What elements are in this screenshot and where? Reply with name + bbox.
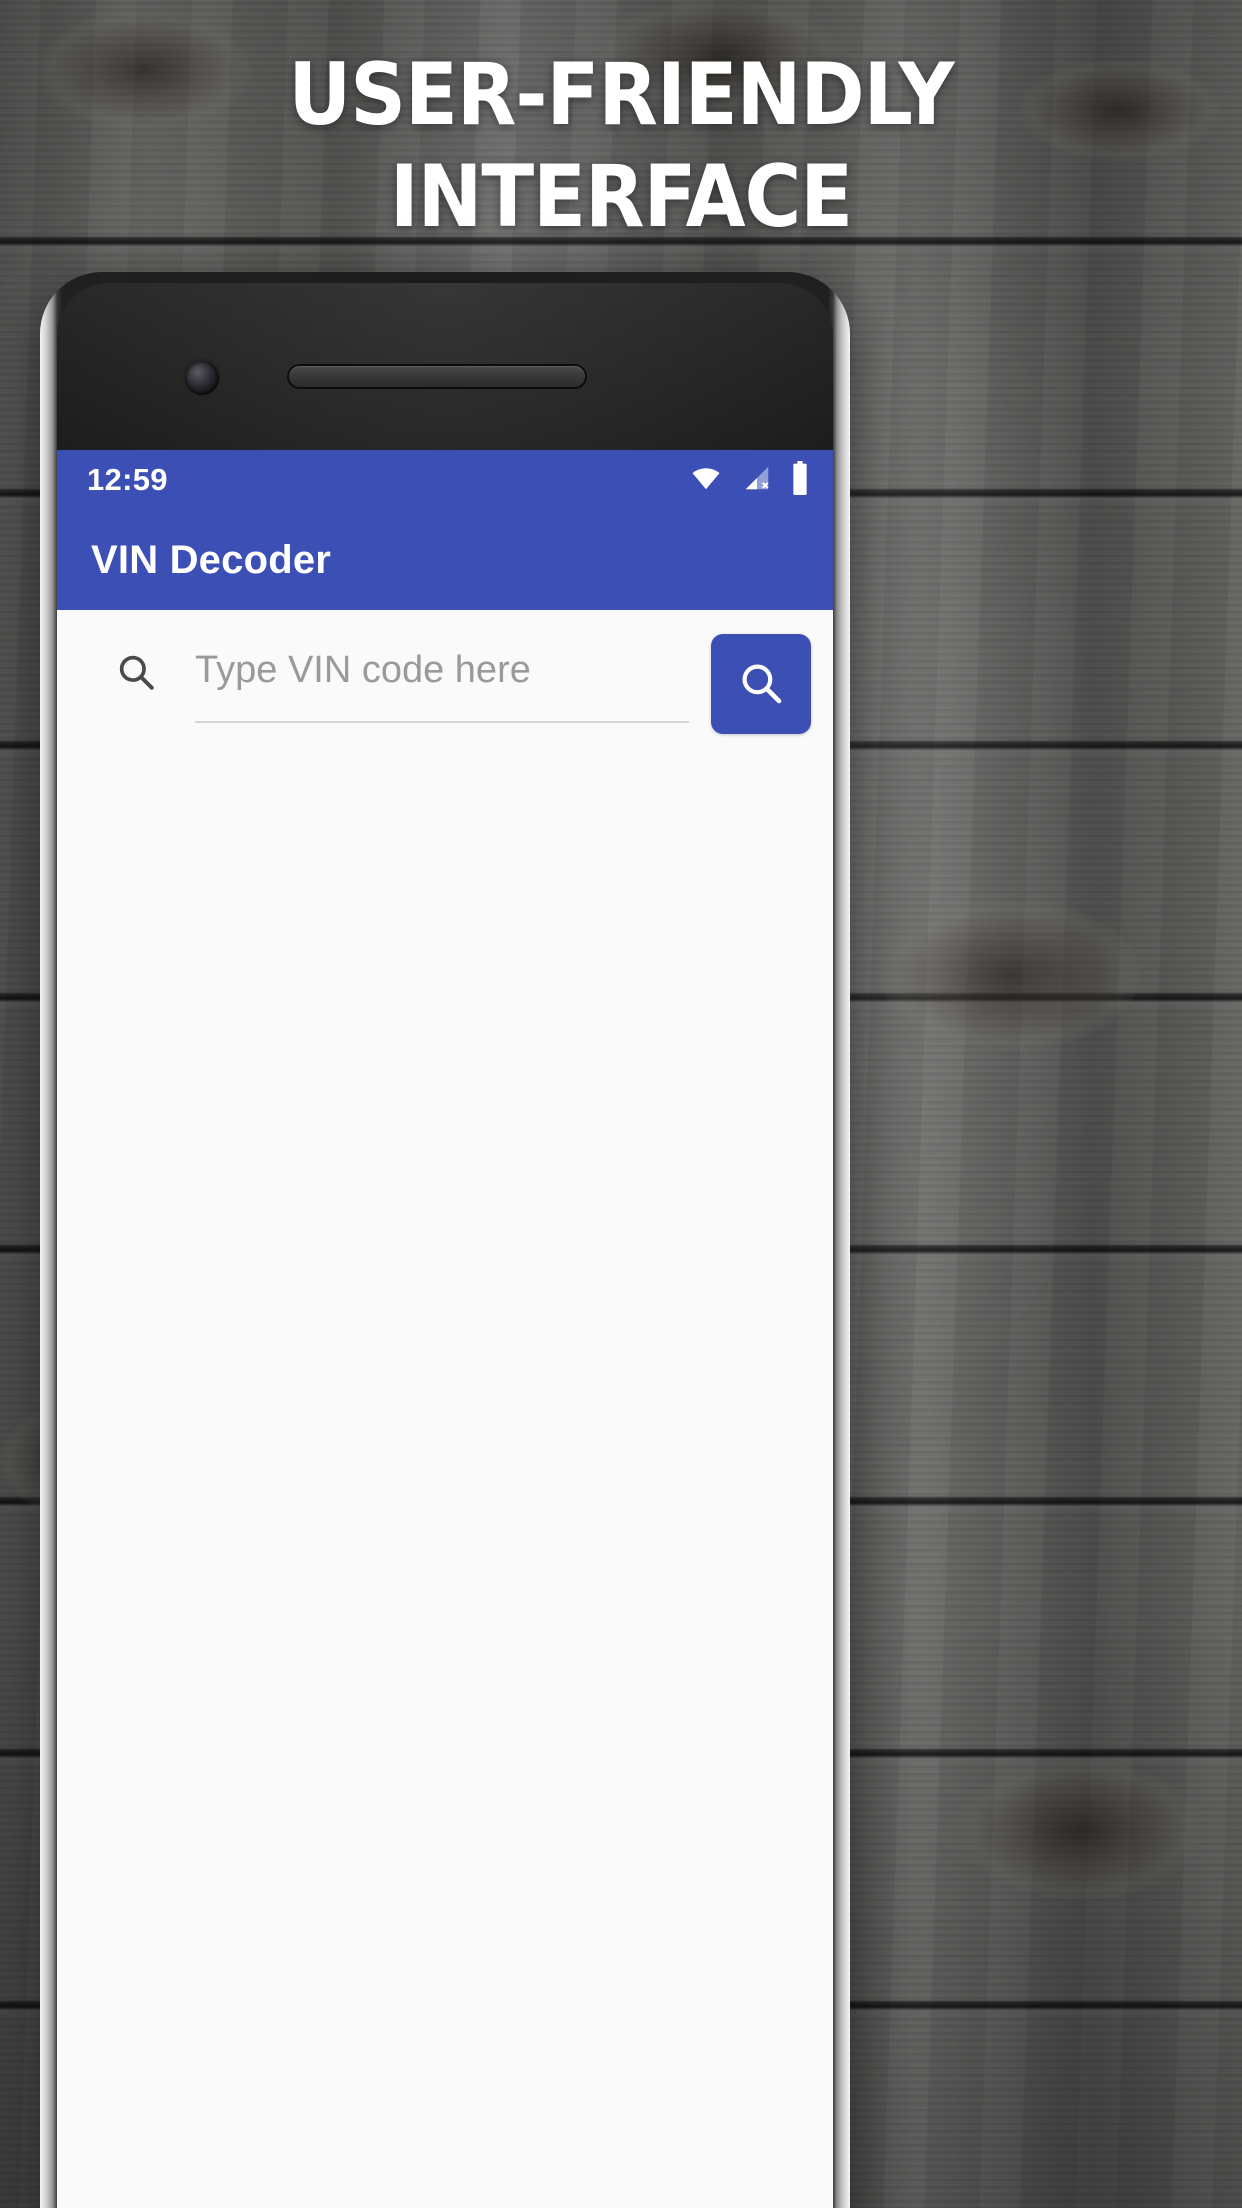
phone-screen: 12:59 VIN Decoder Type VIN code here bbox=[57, 450, 833, 2208]
status-bar-icons bbox=[687, 460, 811, 500]
search-icon bbox=[737, 659, 785, 710]
main-content bbox=[57, 610, 833, 2208]
page-title: USER-FRIENDLY INTERFACE bbox=[0, 52, 1242, 240]
app-title: VIN Decoder bbox=[91, 537, 332, 582]
search-input[interactable] bbox=[195, 648, 689, 700]
status-bar: 12:59 bbox=[57, 450, 833, 510]
earpiece-speaker bbox=[289, 366, 585, 387]
phone-mockup: 12:59 VIN Decoder Type VIN code here bbox=[40, 272, 850, 2208]
cellular-no-sim-icon bbox=[739, 463, 775, 498]
search-input-underline bbox=[195, 627, 689, 723]
search-field-wrapper[interactable] bbox=[115, 636, 689, 732]
headline-line-1: USER-FRIENDLY bbox=[288, 45, 954, 145]
search-row bbox=[57, 634, 833, 734]
search-button[interactable] bbox=[711, 634, 811, 734]
search-icon bbox=[115, 651, 157, 700]
promo-screenshot: USER-FRIENDLY INTERFACE 12:59 VIN Decode… bbox=[0, 0, 1242, 2208]
wifi-icon bbox=[687, 463, 725, 498]
phone-bezel: 12:59 VIN Decoder Type VIN code here bbox=[57, 283, 833, 2208]
headline-line-2: INTERFACE bbox=[389, 147, 853, 247]
battery-icon bbox=[789, 460, 811, 500]
status-bar-clock: 12:59 bbox=[87, 462, 168, 497]
front-camera-icon bbox=[185, 361, 219, 395]
app-bar: VIN Decoder bbox=[57, 510, 833, 610]
